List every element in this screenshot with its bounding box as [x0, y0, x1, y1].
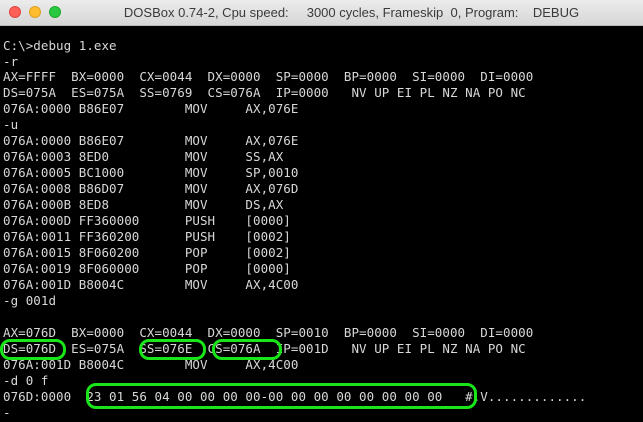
- dos-terminal-screen[interactable]: C:\>debug 1.exe -r AX=FFFF BX=0000 CX=00…: [0, 27, 643, 422]
- terminal-line: 076A:0000 B86E07 MOV AX,076E: [3, 133, 299, 148]
- terminal-line: 076A:0015 8F060200 POP [0002]: [3, 245, 291, 260]
- title-bar[interactable]: DOSBox 0.74-2, Cpu speed: 3000 cycles, F…: [0, 0, 643, 26]
- zoom-traffic-light-icon[interactable]: [49, 6, 61, 18]
- terminal-line: 076A:0003 8ED0 MOV SS,AX: [3, 149, 284, 164]
- terminal-line: 076A:0000 B86E07 MOV AX,076E: [3, 101, 299, 116]
- terminal-line: -d 0 f: [3, 373, 49, 388]
- terminal-line: AX=076D BX=0000 CX=0044 DX=0000 SP=0010 …: [3, 325, 534, 340]
- terminal-line: -r: [3, 54, 19, 69]
- dosbox-window: DOSBox 0.74-2, Cpu speed: 3000 cycles, F…: [0, 0, 643, 422]
- terminal-line: DS=076D ES=075A SS=076E CS=076A IP=001D …: [3, 341, 526, 356]
- terminal-line: -g 001d: [3, 293, 57, 308]
- terminal-line: 076A:0005 BC1000 MOV SP,0010: [3, 165, 299, 180]
- terminal-line: 076D:0000 23 01 56 04 00 00 00 00-00 00 …: [3, 389, 587, 404]
- window-title: DOSBox 0.74-2, Cpu speed: 3000 cycles, F…: [123, 5, 580, 20]
- terminal-line: 076A:001D B8004C MOV AX,4C00: [3, 357, 299, 372]
- terminal-line: 076A:0008 B86D07 MOV AX,076D: [3, 181, 299, 196]
- terminal-line: 076A:0011 FF360200 PUSH [0002]: [3, 229, 291, 244]
- terminal-line: -: [3, 405, 11, 420]
- close-traffic-light-icon[interactable]: [9, 6, 21, 18]
- minimize-traffic-light-icon[interactable]: [29, 6, 41, 18]
- terminal-line: 076A:001D B8004C MOV AX,4C00: [3, 277, 299, 292]
- terminal-line: 076A:000B 8ED8 MOV DS,AX: [3, 197, 284, 212]
- terminal-line: AX=FFFF BX=0000 CX=0044 DX=0000 SP=0000 …: [3, 69, 534, 84]
- terminal-line: 076A:0019 8F060000 POP [0000]: [3, 261, 291, 276]
- terminal-line: C:\>debug 1.exe: [3, 38, 117, 53]
- terminal-line: 076A:000D FF360000 PUSH [0000]: [3, 213, 291, 228]
- terminal-line: -u: [3, 117, 19, 132]
- terminal-line: DS=075A ES=075A SS=0769 CS=076A IP=0000 …: [3, 85, 526, 100]
